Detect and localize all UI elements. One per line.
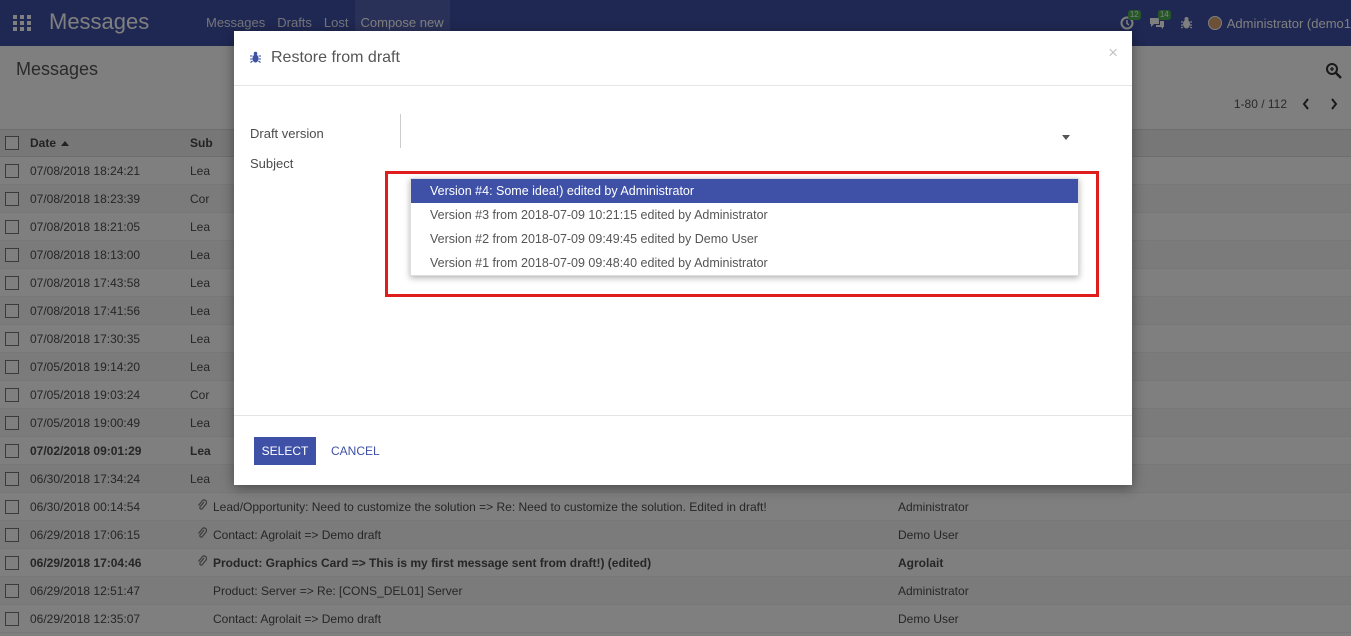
restore-draft-dialog: Restore from draft × Draft version Subje… <box>234 31 1132 485</box>
bug-icon <box>249 50 262 64</box>
dialog-title: Restore from draft <box>271 49 400 66</box>
close-icon[interactable]: × <box>1108 43 1118 63</box>
subject-label: Subject <box>250 156 294 171</box>
cancel-button[interactable]: Cancel <box>331 437 380 465</box>
draft-version-select[interactable] <box>400 114 1080 148</box>
draft-version-option[interactable]: Version #2 from 2018-07-09 09:49:45 edit… <box>411 227 1078 251</box>
draft-version-option[interactable]: Version #1 from 2018-07-09 09:48:40 edit… <box>411 251 1078 275</box>
select-button[interactable]: Select <box>254 437 316 465</box>
draft-version-dropdown: Version #4: Some idea!) edited by Admini… <box>410 178 1079 276</box>
draft-version-option[interactable]: Version #4: Some idea!) edited by Admini… <box>411 179 1078 203</box>
chevron-down-icon[interactable] <box>1062 135 1070 140</box>
dialog-header: Restore from draft × <box>234 31 1132 86</box>
draft-version-option[interactable]: Version #3 from 2018-07-09 10:21:15 edit… <box>411 203 1078 227</box>
dialog-footer: Select Cancel <box>234 416 1132 484</box>
dialog-body: Draft version Subject Version #4: Some i… <box>234 86 1132 416</box>
draft-version-label: Draft version <box>250 126 324 141</box>
